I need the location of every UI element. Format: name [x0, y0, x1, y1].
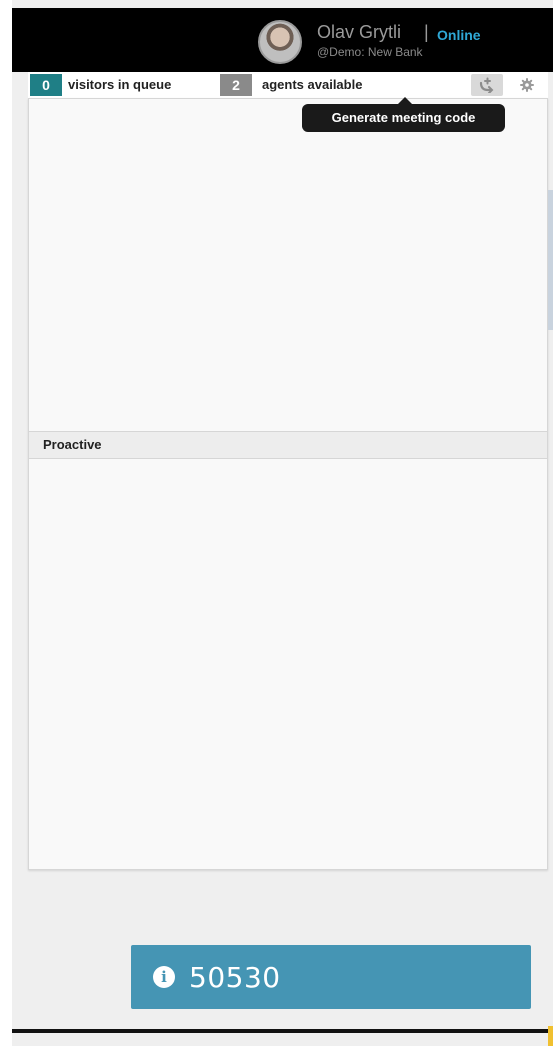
user-header: Olav Grytli | Online @Demo: New Bank	[12, 8, 553, 72]
info-icon: i	[153, 966, 175, 988]
proactive-section-header: Proactive	[29, 431, 547, 459]
header-separator: |	[424, 22, 429, 42]
agent-console: Olav Grytli | Online @Demo: New Bank 0 v…	[0, 0, 553, 1046]
background-window-edge	[548, 190, 553, 330]
bottom-corner-marker	[548, 1026, 553, 1046]
agents-available-count: 2	[220, 74, 252, 96]
meeting-code-value: 50530	[189, 960, 281, 994]
meeting-code-tooltip: Generate meeting code	[302, 97, 505, 132]
user-name: Olav Grytli	[317, 22, 402, 42]
visitor-panel: Proactive	[28, 98, 548, 870]
settings-button[interactable]	[516, 74, 538, 96]
meeting-code-icon	[479, 77, 494, 93]
avatar[interactable]	[258, 20, 302, 64]
user-organization: @Demo: New Bank	[317, 45, 423, 59]
queue-status-bar: 0 visitors in queue 2 agents available	[28, 72, 548, 98]
gear-icon	[520, 78, 534, 92]
window-margin	[0, 0, 12, 1046]
visitors-in-queue-count: 0	[30, 74, 62, 96]
visitors-in-queue-label: visitors in queue	[68, 77, 172, 92]
meeting-code-banner[interactable]: i 50530	[131, 945, 531, 1009]
bottom-divider	[12, 1029, 553, 1033]
generate-meeting-code-button[interactable]	[471, 74, 503, 96]
queue-list	[29, 99, 547, 431]
user-status[interactable]: Online	[437, 27, 481, 43]
proactive-list	[29, 459, 547, 869]
agents-available-label: agents available	[262, 77, 363, 92]
